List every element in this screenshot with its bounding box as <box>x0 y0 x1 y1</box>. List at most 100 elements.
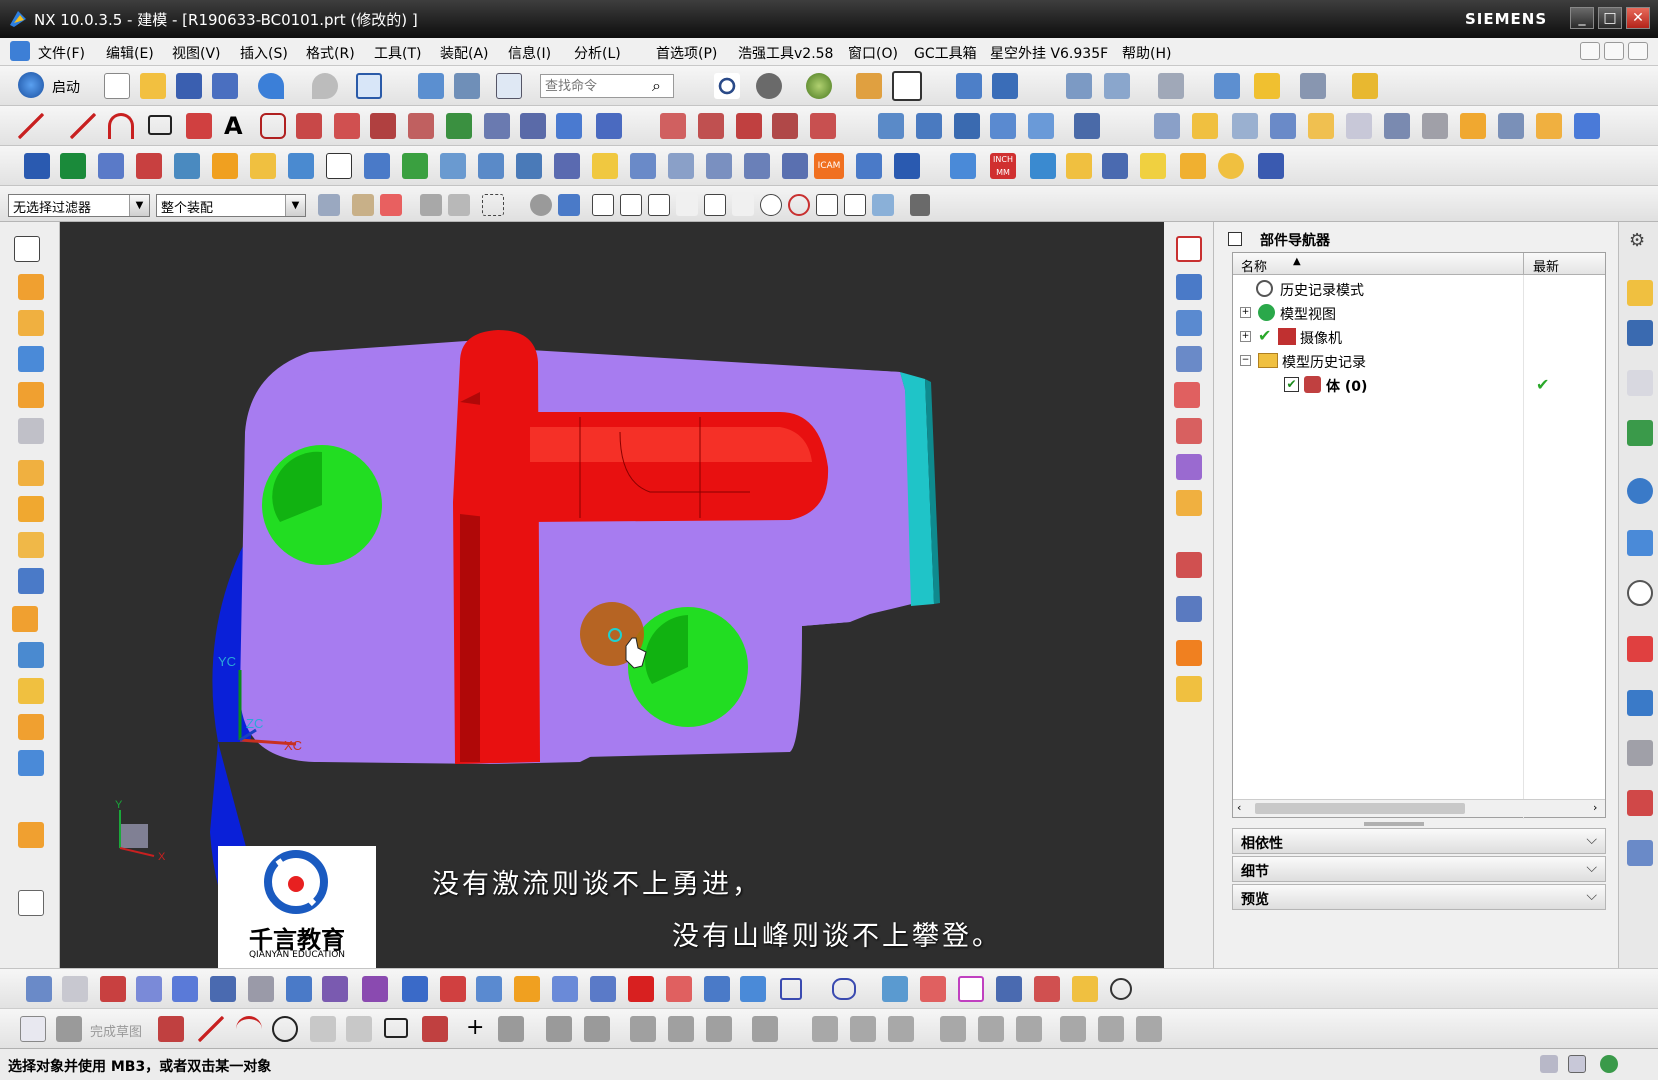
info-icon[interactable] <box>496 73 522 99</box>
plane-icon[interactable] <box>958 976 984 1002</box>
expand-icon[interactable]: + <box>1240 331 1251 342</box>
scroll-left-icon[interactable]: ‹ <box>1237 801 1241 814</box>
draft-analysis-icon[interactable] <box>1176 676 1202 702</box>
dimension-icon[interactable] <box>752 1016 778 1042</box>
sketch-fillet-icon[interactable] <box>310 1016 336 1042</box>
pattern-icon[interactable] <box>18 532 44 558</box>
hd3d-tools-icon[interactable] <box>1627 478 1653 504</box>
cube-edit-icon[interactable] <box>362 976 388 1002</box>
status-grid-icon[interactable] <box>1540 1055 1558 1073</box>
status-window-icon[interactable] <box>1568 1055 1586 1073</box>
roles-icon[interactable] <box>1627 740 1653 766</box>
emboss-icon[interactable] <box>286 976 312 1002</box>
calculator-icon[interactable] <box>1180 153 1206 179</box>
rotate-icon[interactable] <box>402 976 428 1002</box>
wrap-curve-icon[interactable] <box>484 113 510 139</box>
expand-icon[interactable]: + <box>1240 307 1251 318</box>
icam-icon[interactable]: ICAM <box>814 153 844 179</box>
menu-tools[interactable]: 工具(T) <box>374 43 421 63</box>
datum-csys-icon[interactable] <box>1270 113 1296 139</box>
alternate-solution-icon[interactable] <box>978 1016 1004 1042</box>
snap-quadrant-icon[interactable] <box>788 194 810 216</box>
base-icon[interactable] <box>212 153 238 179</box>
layers-icon[interactable] <box>1460 113 1486 139</box>
name-icon[interactable] <box>894 153 920 179</box>
text-icon[interactable]: A <box>224 112 243 140</box>
flag-icon[interactable] <box>1072 976 1098 1002</box>
collapse-icon[interactable]: − <box>1240 355 1251 366</box>
finish-sketch-button[interactable]: 完成草图 <box>90 1021 142 1040</box>
tools-icon[interactable] <box>1422 113 1448 139</box>
tree-node-model-views[interactable]: + 模型视图 <box>1234 301 1604 325</box>
inch-to-mm-arrow-icon[interactable] <box>950 153 976 179</box>
menu-xingkong-plugin[interactable]: 星空外挂 V6.935F <box>990 43 1108 63</box>
fit-view-icon[interactable] <box>992 73 1018 99</box>
grid-plugin-icon[interactable] <box>478 153 504 179</box>
extrude-icon[interactable] <box>878 113 904 139</box>
finish-sketch-icon[interactable] <box>56 1016 82 1042</box>
process-studio-icon[interactable] <box>1627 636 1653 662</box>
square-icon[interactable] <box>780 978 802 1000</box>
circle-icon[interactable] <box>1110 978 1132 1000</box>
measure-body-icon[interactable] <box>18 822 44 848</box>
touch-mode-icon[interactable] <box>418 73 444 99</box>
menu-view[interactable]: 视图(V) <box>172 43 221 63</box>
block-icon[interactable] <box>1308 113 1334 139</box>
forward-arrow-icon[interactable] <box>172 976 198 1002</box>
pointer-icon[interactable] <box>1574 113 1600 139</box>
view-frame-icon[interactable] <box>1176 236 1202 262</box>
shaded-view-icon[interactable] <box>756 73 782 99</box>
mirror-icon[interactable] <box>136 153 162 179</box>
sketch-task-icon[interactable] <box>20 1016 46 1042</box>
sketch-offset-icon[interactable] <box>498 1016 524 1042</box>
stretch-curve-icon[interactable] <box>772 113 798 139</box>
layer-settings-icon[interactable] <box>1066 73 1092 99</box>
shape-icon[interactable] <box>174 153 200 179</box>
sketch-line-icon[interactable] <box>198 1016 224 1042</box>
wrench-icon[interactable] <box>592 153 618 179</box>
status-globe-icon[interactable] <box>1600 1055 1618 1073</box>
undo-icon[interactable] <box>258 73 284 99</box>
column-latest-header[interactable]: 最新 <box>1533 256 1559 275</box>
chart-icon[interactable] <box>1536 113 1562 139</box>
menu-file[interactable]: 文件(F) <box>38 43 85 63</box>
list-icon[interactable] <box>100 976 126 1002</box>
delete-face-icon[interactable] <box>666 976 692 1002</box>
graphics-viewport[interactable]: YC ZC XC Y X 千言教育 QIANYAN EDUCATION 没有激流… <box>60 222 1164 968</box>
web-browser-icon[interactable] <box>1627 530 1653 556</box>
type-filter-select[interactable]: 无选择过滤器 ▼ <box>8 194 150 217</box>
cylinder-icon[interactable] <box>1346 113 1372 139</box>
move-to-layer-icon[interactable] <box>1104 73 1130 99</box>
snap-point-on-icon[interactable] <box>816 194 838 216</box>
replace-face-icon[interactable] <box>440 976 466 1002</box>
snap-point-icon[interactable] <box>714 73 740 99</box>
offset-face-icon[interactable] <box>476 976 502 1002</box>
menu-help[interactable]: 帮助(H) <box>1122 43 1171 63</box>
screen-icon[interactable] <box>1102 153 1128 179</box>
window-plugin-icon[interactable] <box>668 153 694 179</box>
open-file-icon[interactable] <box>140 73 166 99</box>
hook-icon[interactable] <box>782 153 808 179</box>
app-menu-icon[interactable] <box>10 41 30 61</box>
thread-icon[interactable] <box>18 418 44 444</box>
doc-close-button[interactable] <box>1628 42 1648 60</box>
snowflake-icon[interactable] <box>326 153 352 179</box>
line-icon[interactable] <box>18 113 44 139</box>
pull-face-icon[interactable] <box>590 976 616 1002</box>
visibility-checkbox[interactable]: ✔ <box>1284 377 1299 392</box>
csys-icon[interactable] <box>882 976 908 1002</box>
scale-icon[interactable] <box>248 976 274 1002</box>
convert-reference-icon[interactable] <box>940 1016 966 1042</box>
reuse-library-icon[interactable] <box>1627 420 1653 446</box>
curvature-icon[interactable] <box>1176 640 1202 666</box>
snap-control-icon[interactable] <box>704 194 726 216</box>
edge-blend-icon[interactable] <box>12 606 38 632</box>
tree-icon[interactable] <box>440 153 466 179</box>
auto-constraint-icon[interactable] <box>850 1016 876 1042</box>
render-icon[interactable] <box>1176 490 1202 516</box>
menu-analysis[interactable]: 分析(L) <box>574 43 621 63</box>
join-curve-icon[interactable] <box>596 113 622 139</box>
scope-filter-select[interactable]: 整个装配 ▼ <box>156 194 306 217</box>
abs-csys-icon[interactable] <box>26 976 52 1002</box>
draft-icon[interactable] <box>18 714 44 740</box>
